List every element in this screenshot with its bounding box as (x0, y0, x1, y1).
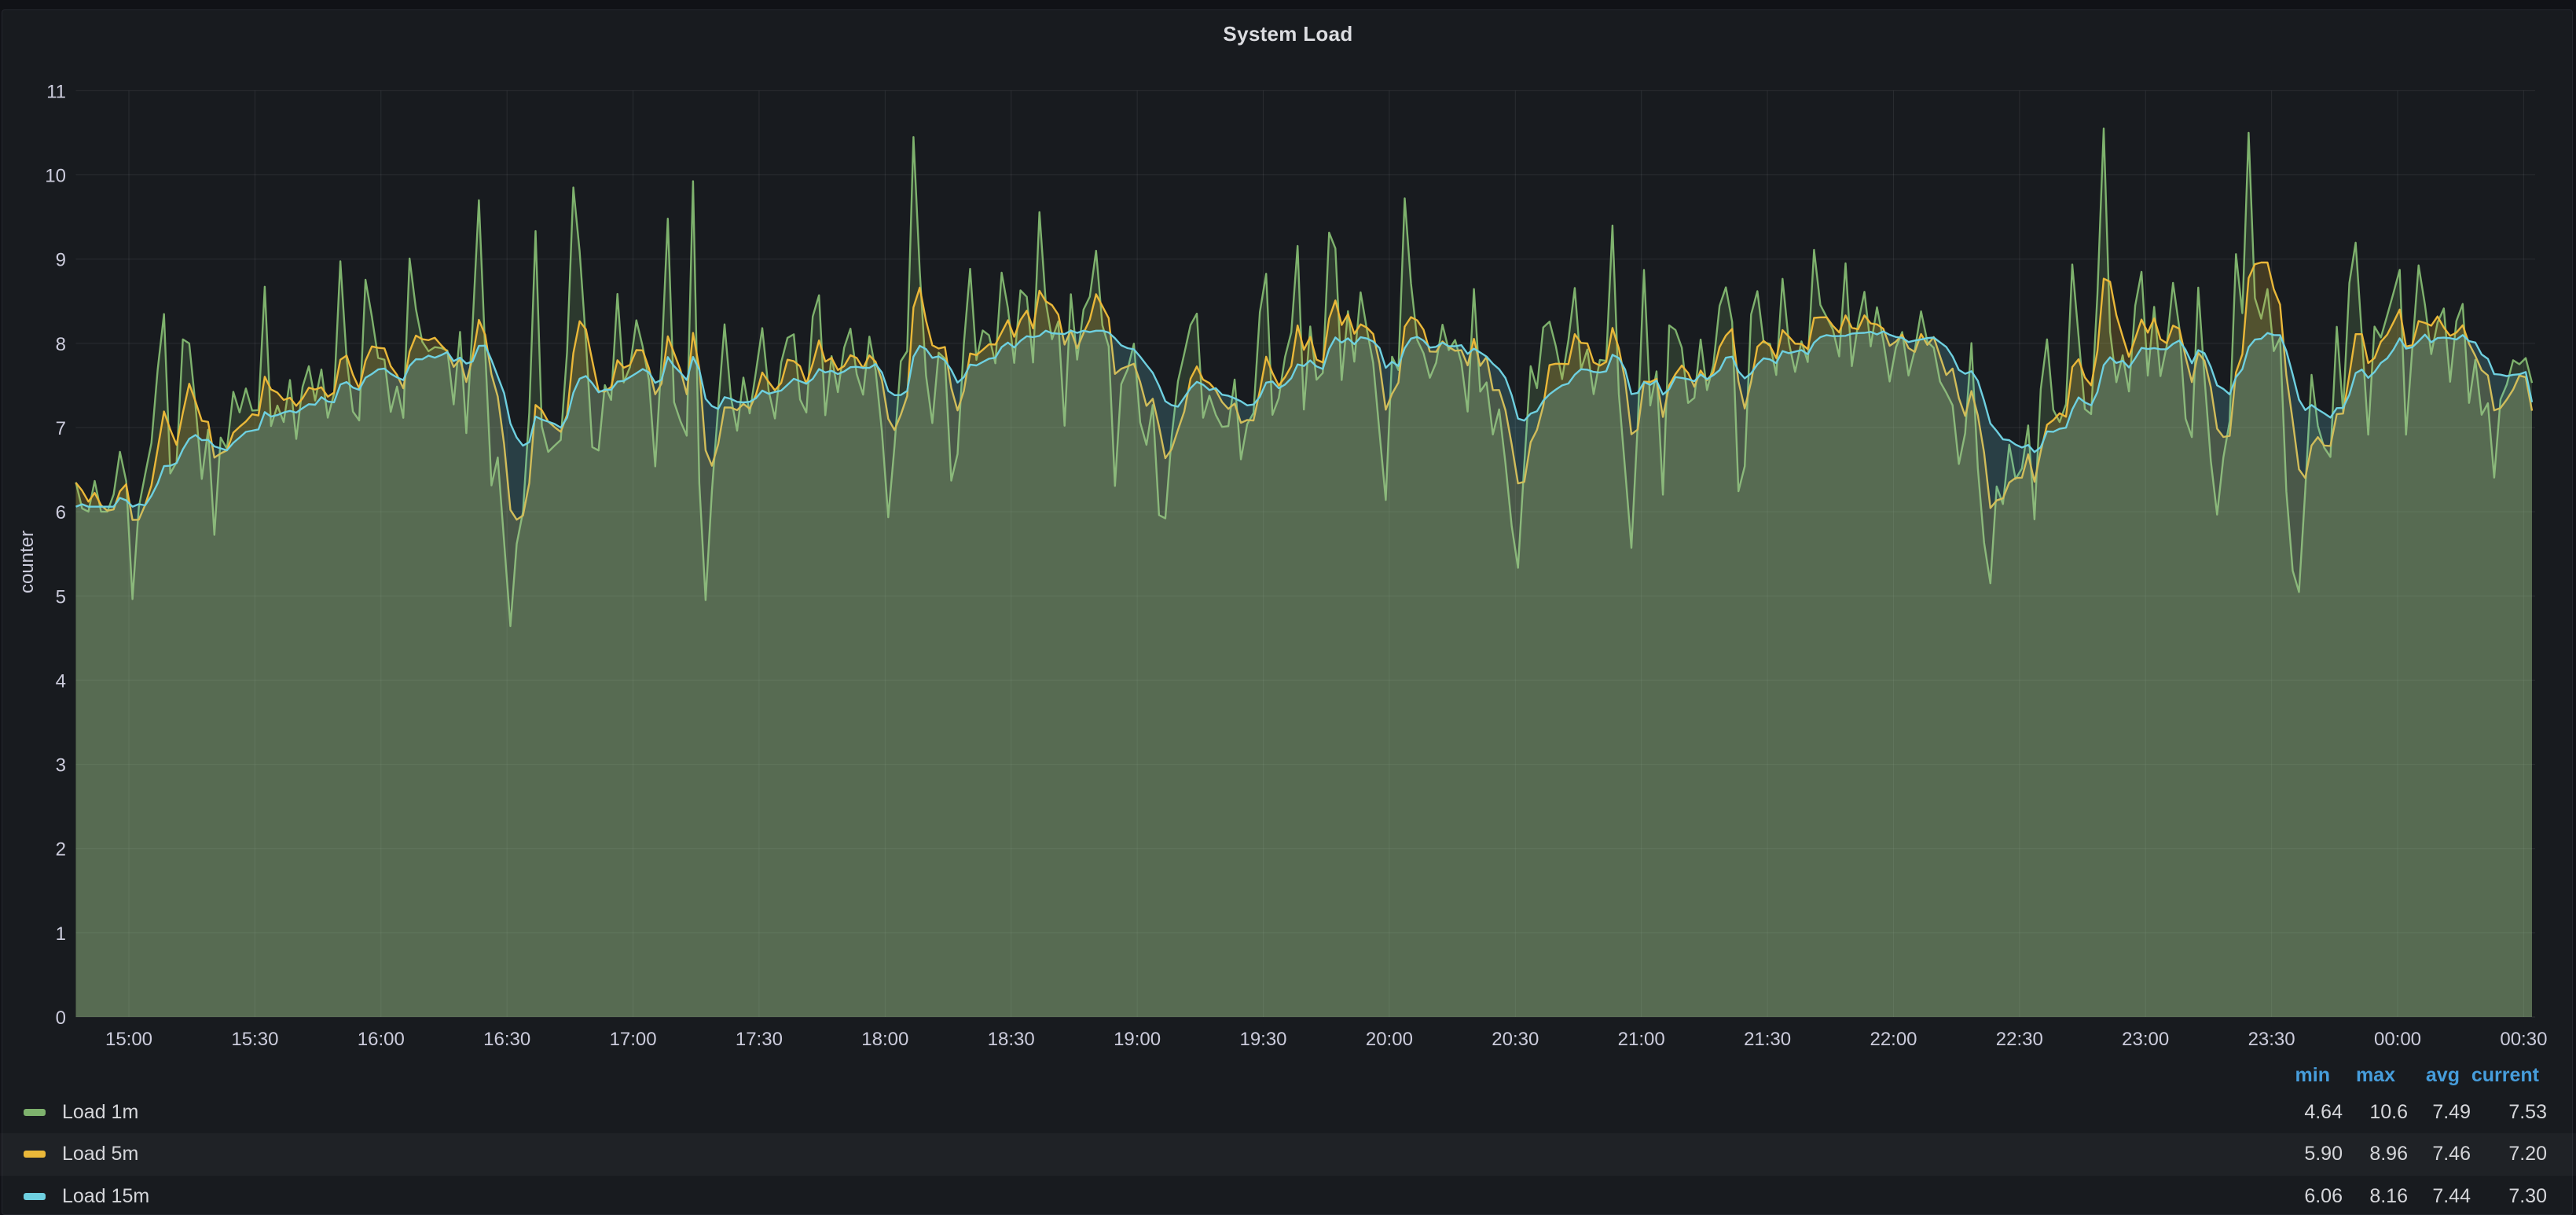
svg-text:21:00: 21:00 (1618, 1029, 1665, 1050)
svg-text:00:00: 00:00 (2374, 1029, 2421, 1050)
svg-text:2: 2 (56, 839, 66, 861)
svg-text:1: 1 (56, 923, 66, 945)
svg-text:21:30: 21:30 (1744, 1029, 1791, 1050)
svg-text:20:30: 20:30 (1492, 1029, 1539, 1050)
svg-text:22:30: 22:30 (1996, 1029, 2043, 1050)
svg-text:18:00: 18:00 (861, 1029, 908, 1050)
svg-text:23:30: 23:30 (2248, 1029, 2295, 1050)
svg-text:17:30: 17:30 (736, 1029, 783, 1050)
svg-text:11: 11 (46, 81, 66, 102)
svg-text:22:00: 22:00 (1870, 1029, 1917, 1050)
svg-text:8: 8 (56, 334, 66, 355)
svg-text:20:00: 20:00 (1366, 1029, 1413, 1050)
svg-text:18:30: 18:30 (988, 1029, 1035, 1050)
svg-text:9: 9 (56, 250, 66, 271)
svg-text:16:30: 16:30 (483, 1029, 530, 1050)
svg-text:15:00: 15:00 (105, 1029, 152, 1050)
svg-text:17:00: 17:00 (610, 1029, 657, 1050)
svg-text:0: 0 (56, 1008, 66, 1029)
svg-text:5: 5 (56, 586, 66, 608)
svg-text:19:30: 19:30 (1239, 1029, 1286, 1050)
svg-text:15:30: 15:30 (231, 1029, 278, 1050)
svg-text:16:00: 16:00 (358, 1029, 405, 1050)
svg-text:00:30: 00:30 (2500, 1029, 2547, 1050)
svg-text:6: 6 (56, 502, 66, 523)
svg-text:10: 10 (45, 166, 66, 187)
svg-text:4: 4 (56, 670, 66, 692)
svg-text:7: 7 (56, 418, 66, 439)
svg-text:3: 3 (56, 755, 66, 776)
svg-text:23:00: 23:00 (2122, 1029, 2169, 1050)
svg-text:counter: counter (17, 530, 38, 593)
svg-text:19:00: 19:00 (1114, 1029, 1161, 1050)
